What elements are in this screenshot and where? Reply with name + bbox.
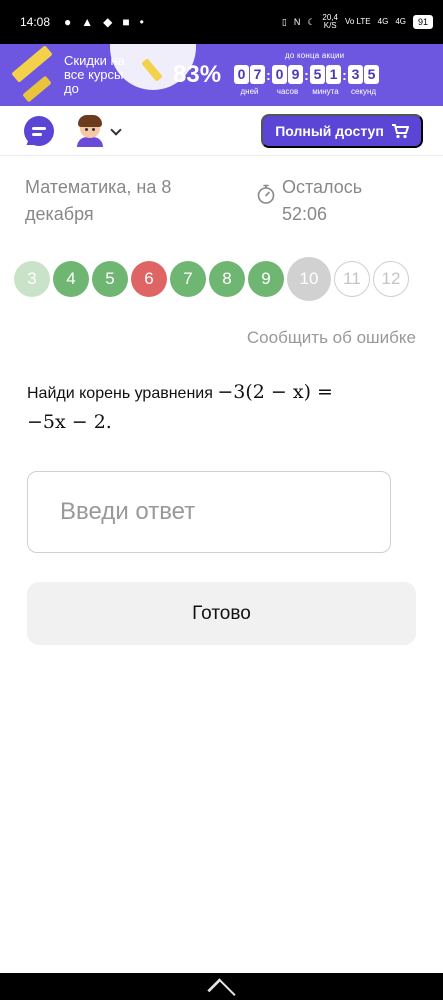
- question-cell-4[interactable]: 4: [53, 261, 89, 297]
- full-access-button[interactable]: Полный доступ: [261, 113, 423, 148]
- remaining-time: 52:06: [282, 204, 328, 224]
- test-subject: Математика, на 8 декабря: [25, 177, 172, 224]
- countdown-minutes: 51 минута: [310, 65, 341, 96]
- countdown-digit: 3: [348, 65, 363, 84]
- countdown-unit-label: секунд: [350, 87, 377, 96]
- full-access-label: Полный доступ: [275, 122, 384, 139]
- status-time: 14:08: [20, 15, 51, 29]
- system-nav-bar: [0, 973, 443, 1000]
- chevron-up-icon[interactable]: [205, 980, 239, 994]
- discord-icon: ■: [122, 15, 130, 29]
- done-button[interactable]: Готово: [27, 582, 416, 645]
- countdown-colon: :: [342, 66, 347, 83]
- answer-input[interactable]: [27, 471, 391, 553]
- promo-until-label: до конца акции: [285, 51, 345, 60]
- chat-support-icon[interactable]: [24, 115, 54, 146]
- net-speed: 20,4 K/S: [322, 13, 338, 30]
- countdown-unit-label: дней: [240, 87, 259, 96]
- battery-indicator: 91: [412, 15, 433, 29]
- diamond-icon: ◆: [103, 15, 113, 29]
- promo-banner[interactable]: Скидки на все курсы до 83% до конца акци…: [0, 44, 443, 106]
- signal-4g-1: 4G: [377, 17, 389, 26]
- question-navigator: 3 4 5 6 7 8 9 10 11 12: [14, 257, 409, 301]
- nfc-icon: N: [293, 17, 301, 27]
- question-cell-11[interactable]: 11: [334, 261, 370, 297]
- avatar[interactable]: [74, 114, 106, 147]
- ribbon-decoration-2: [22, 75, 52, 103]
- countdown-hours: 09 часов: [272, 65, 303, 96]
- question-cell-8[interactable]: 8: [209, 261, 245, 297]
- app-header: Полный доступ: [0, 106, 443, 156]
- promo-text: Скидки на все курсы до: [64, 53, 125, 96]
- status-bar: 14:08 ● ▲ ◆ ■ • ▯ N ☾ 20,4 K/S Vo LTE 4G …: [0, 0, 443, 44]
- countdown-seconds: 35 секунд: [348, 65, 379, 96]
- moon-icon: ☾: [307, 16, 316, 27]
- countdown-days: 07 дней: [234, 65, 265, 96]
- question-cell-9[interactable]: 9: [248, 261, 284, 297]
- chat-notification-icon: ●: [64, 15, 72, 29]
- dot-icon: •: [139, 15, 144, 29]
- report-error-link[interactable]: Сообщить об ошибке: [247, 328, 416, 348]
- promo-percent: 83%: [173, 61, 222, 88]
- task-prefix: Найди корень уравнения: [27, 385, 213, 402]
- remaining-label: Осталось: [282, 177, 363, 197]
- question-cell-5[interactable]: 5: [92, 261, 128, 297]
- chevron-down-icon[interactable]: [110, 125, 122, 137]
- cart-icon: [391, 123, 409, 139]
- question-cell-3[interactable]: 3: [14, 261, 50, 297]
- countdown-digit: 9: [288, 65, 303, 84]
- question-cell-7[interactable]: 7: [170, 261, 206, 297]
- countdown-colon: :: [266, 66, 271, 83]
- countdown-colon: :: [304, 66, 309, 83]
- time-remaining: Осталось 52:06: [255, 174, 362, 228]
- status-right: ▯ N ☾ 20,4 K/S Vo LTE 4G 4G 91: [282, 14, 433, 30]
- question-cell-10[interactable]: 10: [287, 257, 331, 301]
- page: 14:08 ● ▲ ◆ ■ • ▯ N ☾ 20,4 K/S Vo LTE 4G …: [0, 0, 443, 1000]
- stopwatch-icon: [255, 183, 277, 205]
- countdown-unit-label: часов: [276, 87, 299, 96]
- countdown-digit: 0: [234, 65, 249, 84]
- volte-indicator: Vo LTE: [344, 17, 371, 26]
- task-text: Найди корень уравнения −3(2 − x) = −5x −…: [27, 378, 422, 438]
- promo-countdown: 07 дней : 09 часов : 51 минута : 35 секу…: [234, 65, 379, 96]
- countdown-unit-label: минута: [312, 87, 339, 96]
- countdown-digit: 5: [364, 65, 379, 84]
- countdown-digit: 5: [310, 65, 325, 84]
- equation-part-1: −3(2 − x) =: [217, 381, 333, 403]
- warning-icon: ▲: [81, 15, 94, 29]
- equation-part-2: −5x − 2.: [27, 411, 112, 433]
- countdown-digit: 1: [326, 65, 341, 84]
- vibrate-icon: ▯: [281, 16, 287, 27]
- question-cell-12[interactable]: 12: [373, 261, 409, 297]
- question-cell-6[interactable]: 6: [131, 261, 167, 297]
- countdown-digit: 7: [250, 65, 265, 84]
- signal-4g-2: 4G: [395, 17, 406, 26]
- countdown-digit: 0: [272, 65, 287, 84]
